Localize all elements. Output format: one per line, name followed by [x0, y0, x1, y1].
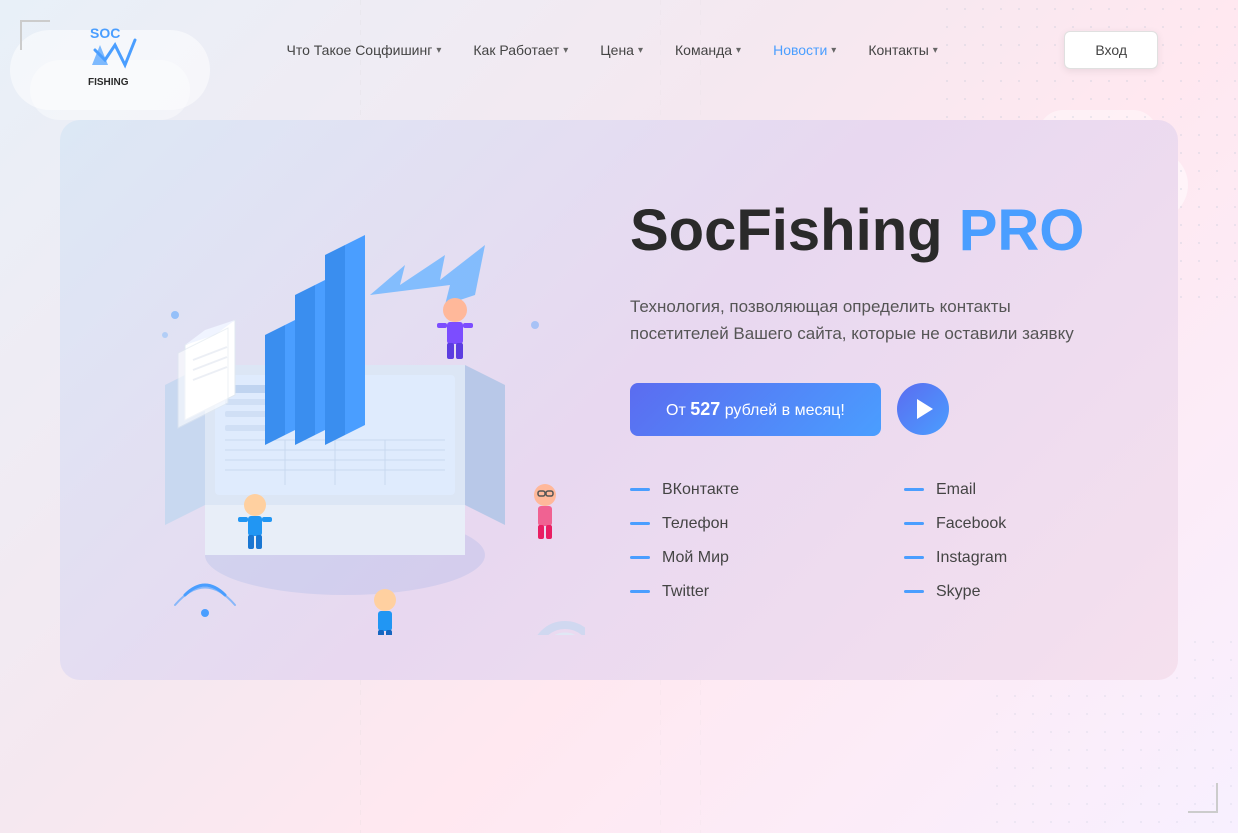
- hero-subtitle: Технология, позволяющая определить конта…: [630, 293, 1110, 347]
- dropdown-arrow: ▾: [831, 45, 836, 56]
- logo[interactable]: SOC FISHING: [80, 10, 160, 90]
- nav-item-what[interactable]: Что Такое Соцфишинг ▾: [274, 34, 453, 66]
- feature-dash: [630, 522, 650, 525]
- hero-illustration: [60, 150, 610, 650]
- cta-button[interactable]: От 527 рублей в месяц!: [630, 383, 881, 436]
- header: SOC FISHING Что Такое Соцфишинг ▾ Как Ра…: [0, 0, 1238, 100]
- feature-dash: [630, 556, 650, 559]
- nav-item-price[interactable]: Цена ▾: [588, 34, 655, 66]
- svg-text:SOC: SOC: [90, 25, 120, 41]
- play-button[interactable]: [897, 383, 949, 435]
- feature-twitter: Twitter: [630, 583, 844, 601]
- dropdown-arrow: ▾: [736, 45, 741, 56]
- nav-item-how[interactable]: Как Работает ▾: [461, 34, 580, 66]
- feature-dash: [630, 488, 650, 491]
- hero-content: SocFishing PRO Технология, позволяющая о…: [610, 159, 1178, 640]
- feature-dash: [904, 488, 924, 491]
- feature-moimir: Мой Мир: [630, 549, 844, 567]
- nav-item-news[interactable]: Новости ▾: [761, 34, 848, 66]
- feature-facebook: Facebook: [904, 515, 1118, 533]
- hero-section: SocFishing PRO Технология, позволяющая о…: [60, 120, 1178, 680]
- feature-phone: Телефон: [630, 515, 844, 533]
- feature-dash: [904, 590, 924, 593]
- dropdown-arrow: ▾: [563, 45, 568, 56]
- feature-email: Email: [904, 481, 1118, 499]
- dropdown-arrow: ▾: [638, 45, 643, 56]
- login-button[interactable]: Вход: [1064, 31, 1158, 69]
- nav-item-team[interactable]: Команда ▾: [663, 34, 753, 66]
- nav-item-contacts[interactable]: Контакты ▾: [856, 34, 950, 66]
- feature-vkontakte: ВКонтакте: [630, 481, 844, 499]
- hero-title: SocFishing PRO: [630, 199, 1118, 263]
- svg-text:FISHING: FISHING: [88, 77, 129, 88]
- main-nav: Что Такое Соцфишинг ▾ Как Работает ▾ Цен…: [160, 34, 1064, 66]
- feature-dash: [904, 556, 924, 559]
- feature-instagram: Instagram: [904, 549, 1118, 567]
- cta-row: От 527 рублей в месяц!: [630, 383, 1118, 436]
- features-grid: ВКонтакте Email Телефон Facebook Мой Мир: [630, 481, 1118, 601]
- feature-dash: [904, 522, 924, 525]
- feature-skype: Skype: [904, 583, 1118, 601]
- feature-dash: [630, 590, 650, 593]
- dropdown-arrow: ▾: [933, 45, 938, 56]
- dropdown-arrow: ▾: [436, 45, 441, 56]
